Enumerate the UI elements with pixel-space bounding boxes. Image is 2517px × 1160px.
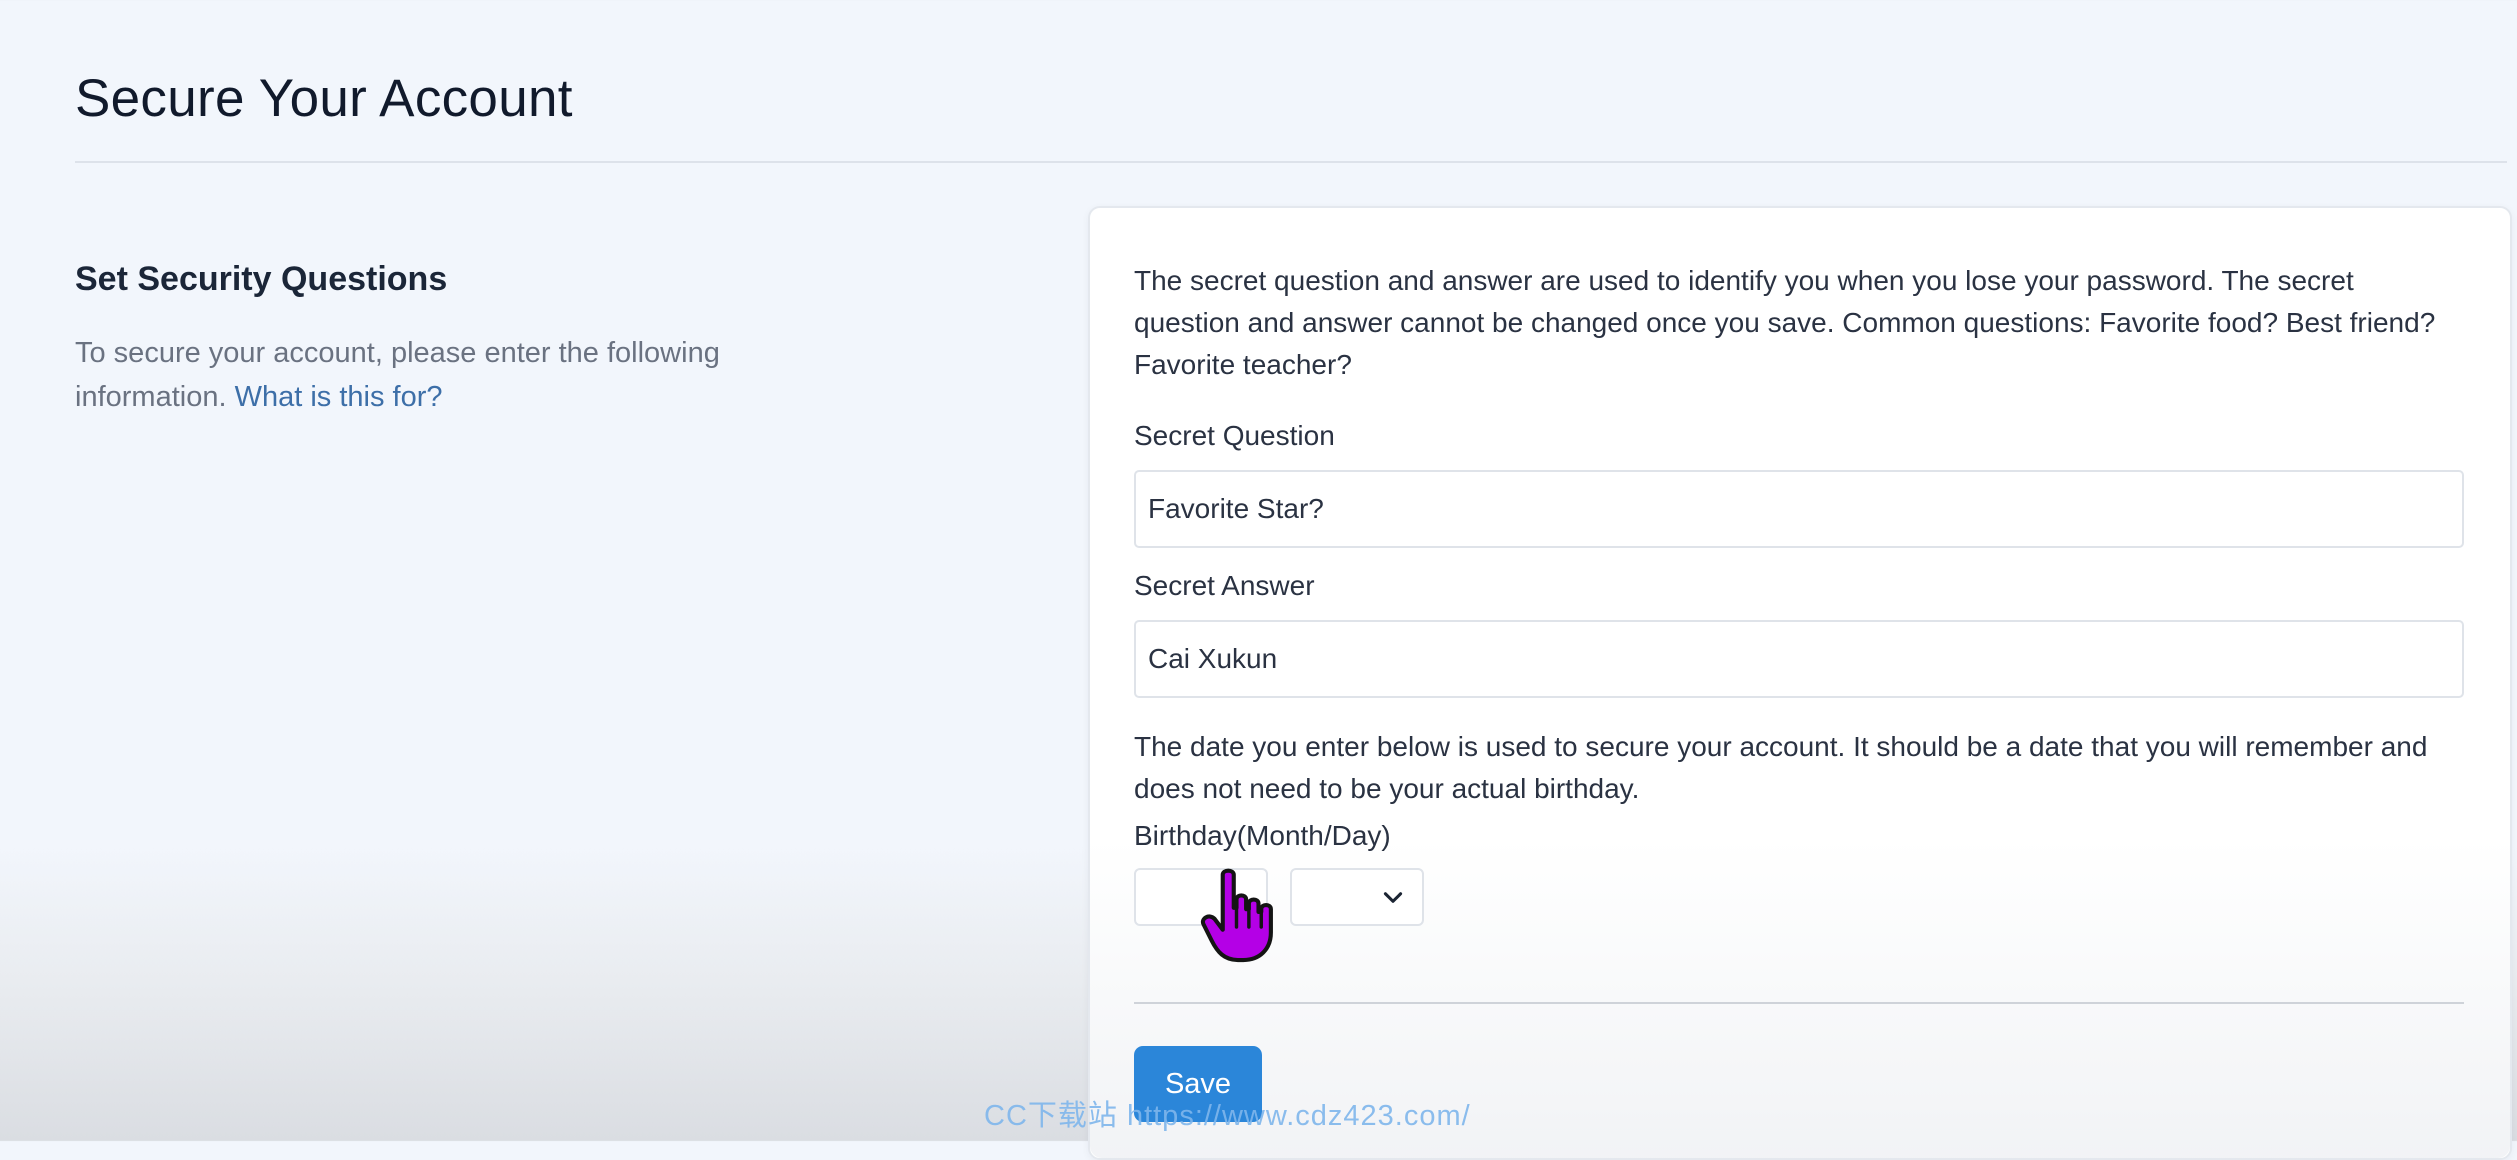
intro-section: Set Security Questions To secure your ac… <box>75 260 835 419</box>
secret-question-info: The secret question and answer are used … <box>1134 265 2436 380</box>
page-title: Secure Your Account <box>75 69 573 128</box>
birthday-info: The date you enter below is used to secu… <box>1134 731 2428 804</box>
help-link[interactable]: What is this for? <box>235 381 443 413</box>
section-description: To secure your account, please enter the… <box>75 331 835 419</box>
form-divider <box>1134 1002 2464 1004</box>
birthday-label: Birthday(Month/Day) <box>1134 820 1391 851</box>
day-select[interactable] <box>1290 868 1424 926</box>
secret-answer-input[interactable] <box>1134 620 2464 698</box>
month-select[interactable] <box>1134 868 1268 926</box>
security-form-card: The secret question and answer are used … <box>1088 206 2512 1160</box>
secret-question-label: Secret Question <box>1134 420 1335 451</box>
birthday-selectors <box>1134 868 2464 926</box>
section-heading: Set Security Questions <box>75 260 448 298</box>
chevron-down-icon <box>1383 892 1403 903</box>
title-divider <box>75 161 2507 163</box>
secret-question-input[interactable] <box>1134 470 2464 548</box>
security-form: The secret question and answer are used … <box>1134 260 2464 1122</box>
watermark: CC下载站 https://www.cdz423.com/ <box>984 1100 1471 1132</box>
secret-answer-label: Secret Answer <box>1134 570 1315 601</box>
